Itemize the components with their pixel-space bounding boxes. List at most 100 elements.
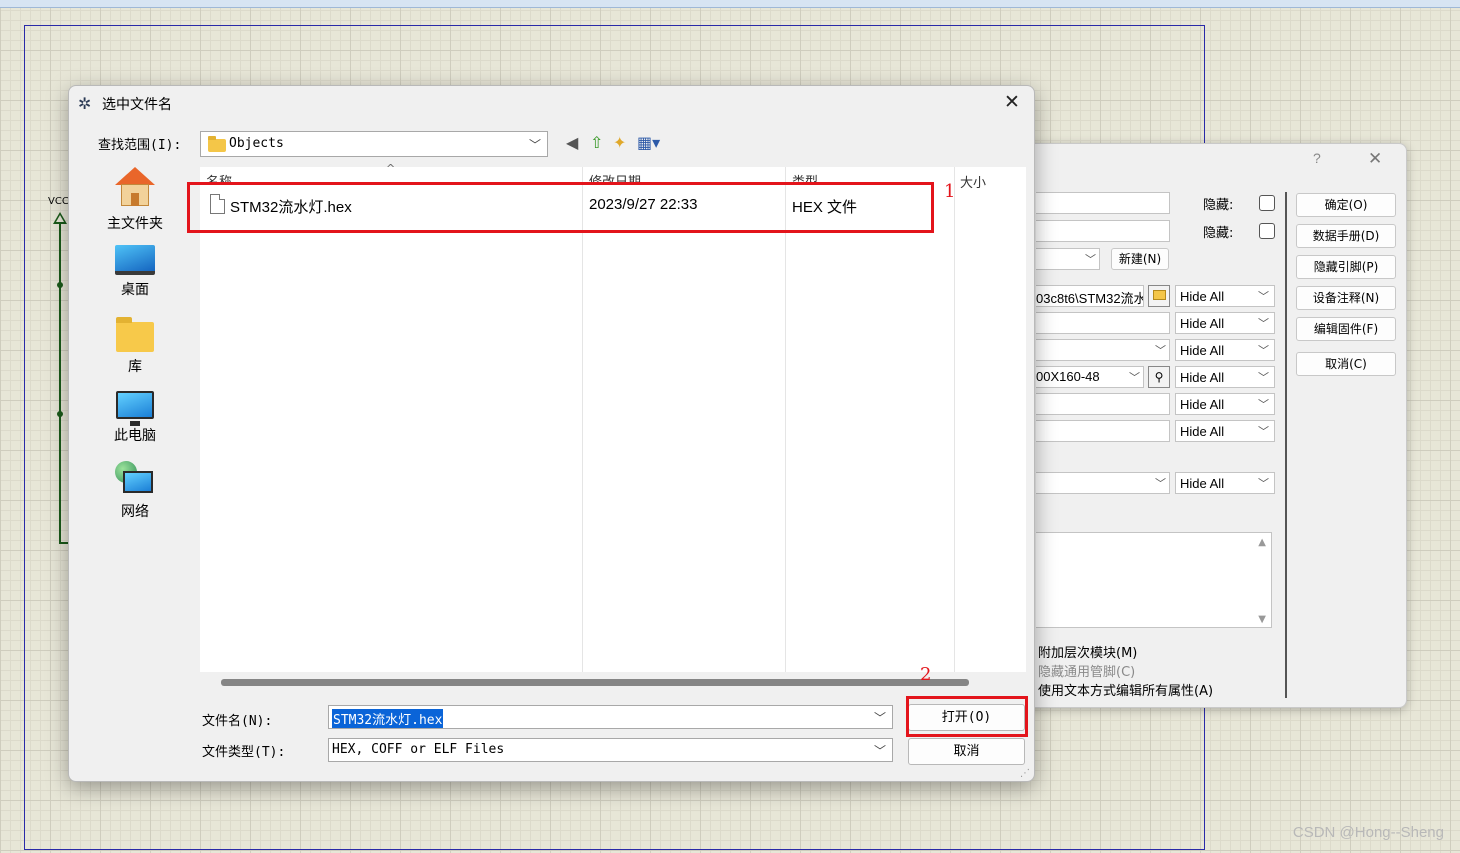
place-desktop[interactable]: 桌面 [75, 245, 195, 299]
hide-all-select-4[interactable]: Hide All ﹀ [1175, 366, 1275, 388]
group-combo[interactable]: ﹀ [1036, 248, 1100, 270]
dialog-title: 选中文件名 [102, 97, 172, 113]
advanced-properties-textarea[interactable]: ▲ ▼ [1036, 532, 1272, 628]
place-libraries[interactable]: 库 [75, 317, 195, 376]
wire-junction [57, 411, 63, 417]
hidden-checkbox-1[interactable] [1259, 195, 1275, 211]
dialog-separator [1285, 192, 1287, 698]
browse-folder-button[interactable] [1148, 285, 1170, 307]
app-top-strip [0, 0, 1460, 8]
column-divider [582, 167, 583, 672]
annotation-number-2: 2 [920, 664, 932, 685]
property-combo-3[interactable]: ﹀ [1036, 339, 1170, 361]
place-label: 主文件夹 [107, 216, 163, 232]
place-label: 此电脑 [114, 428, 156, 444]
package-search-button[interactable]: ⚲ [1148, 366, 1170, 388]
chevron-down-icon: ﹀ [1258, 318, 1269, 330]
place-label: 桌面 [121, 282, 149, 298]
program-file-field[interactable]: 03c8t6\STM32流水 [1036, 285, 1144, 307]
hide-all-select-5[interactable]: Hide All ﹀ [1175, 393, 1275, 415]
chevron-down-icon: ﹀ [1155, 345, 1166, 357]
props-cancel-button[interactable]: 取消(C) [1296, 352, 1396, 376]
hide-all-select-1[interactable]: Hide All ﹀ [1175, 285, 1275, 307]
annotation-number-1: 1 [944, 181, 956, 202]
attach-hierarchy-option[interactable]: 附加层次模块(M) [1038, 642, 1137, 661]
chevron-down-icon: ﹀ [1258, 291, 1269, 303]
hide-common-pins-option: 隐藏通用管脚(C) [1038, 665, 1136, 680]
property-field-5[interactable] [1036, 393, 1170, 415]
binoculars-icon: ⚲ [1154, 370, 1164, 384]
datasheet-button[interactable]: 数据手册(D) [1296, 224, 1396, 248]
watermark: CSDN @Hong--Sheng [1292, 824, 1444, 841]
edit-firmware-button[interactable]: 编辑固件(F) [1296, 317, 1396, 341]
chevron-down-icon: ﹀ [528, 138, 541, 152]
new-button[interactable]: 新建(N) [1111, 248, 1169, 270]
device-notes-button[interactable]: 设备注释(N) [1296, 286, 1396, 310]
hide-all-select-6[interactable]: Hide All ﹀ [1175, 420, 1275, 442]
annotation-box-open [906, 696, 1028, 737]
place-home[interactable]: 主文件夹 [75, 167, 195, 233]
computer-icon [116, 391, 154, 426]
resize-grip-icon[interactable]: ⋰ [1020, 768, 1030, 779]
chevron-down-icon[interactable]: ﹀ [874, 709, 886, 726]
library-folder-icon [116, 317, 154, 352]
folder-icon [1152, 290, 1166, 300]
place-label: 网络 [121, 504, 149, 520]
props-close-button[interactable]: ✕ [1368, 149, 1382, 169]
desktop-icon [115, 245, 155, 275]
column-divider [954, 167, 955, 672]
column-header-size[interactable]: 大小 [960, 172, 986, 191]
view-menu-icon[interactable]: ▦▾ [637, 133, 660, 152]
property-field-6[interactable] [1036, 420, 1170, 442]
cancel-button[interactable]: 取消 [908, 738, 1025, 765]
chevron-down-icon: ﹀ [1129, 372, 1140, 384]
component-value-field[interactable] [1036, 220, 1170, 242]
property-combo-7[interactable]: ﹀ [1036, 472, 1170, 494]
program-file-value: 03c8t6\STM32流水 [1036, 291, 1144, 306]
filetype-label: 文件类型(T): [202, 745, 286, 760]
up-folder-icon[interactable]: ⇧ [590, 133, 603, 152]
hide-pins-button[interactable]: 隐藏引脚(P) [1296, 255, 1396, 279]
ok-button[interactable]: 确定(O) [1296, 193, 1396, 217]
filetype-select[interactable]: HEX, COFF or ELF Files ﹀ [328, 738, 893, 762]
chevron-down-icon: ﹀ [1155, 478, 1166, 490]
chevron-down-icon[interactable]: ﹀ [874, 742, 886, 759]
scrollbar-thumb[interactable] [221, 679, 969, 686]
filetype-value: HEX, COFF or ELF Files [332, 742, 505, 757]
file-list[interactable] [200, 167, 1026, 672]
vcc-power-symbol [53, 212, 67, 224]
wire-junction [57, 282, 63, 288]
back-icon[interactable]: ◀ [566, 133, 578, 152]
chevron-down-icon: ﹀ [1085, 254, 1096, 266]
annotation-box-file [187, 182, 934, 233]
close-icon[interactable]: ✕ [1004, 91, 1020, 113]
sort-ascending-icon: ^ [386, 162, 396, 175]
network-icon [115, 461, 155, 497]
schematic-wire [59, 224, 61, 544]
chevron-down-icon: ﹀ [1258, 478, 1269, 490]
scroll-down-icon[interactable]: ▼ [1258, 614, 1266, 625]
filename-label: 文件名(N): [202, 714, 273, 729]
hide-all-select-2[interactable]: Hide All ﹀ [1175, 312, 1275, 334]
chevron-down-icon: ﹀ [1258, 372, 1269, 384]
help-button[interactable]: ? [1313, 150, 1321, 166]
property-field-2[interactable] [1036, 312, 1170, 334]
folder-icon [208, 136, 226, 152]
hidden-checkbox-2[interactable] [1259, 223, 1275, 239]
hide-all-select-3[interactable]: Hide All ﹀ [1175, 339, 1275, 361]
scroll-up-icon[interactable]: ▲ [1258, 537, 1266, 548]
home-icon [115, 167, 155, 209]
edit-as-text-option[interactable]: 使用文本方式编辑所有属性(A) [1038, 680, 1213, 699]
new-folder-icon[interactable]: ✦ [613, 133, 626, 152]
chevron-down-icon: ﹀ [1258, 345, 1269, 357]
hide-all-select-7[interactable]: Hide All ﹀ [1175, 472, 1275, 494]
package-combo[interactable]: 00X160-48 ﹀ [1036, 366, 1144, 388]
package-value: 00X160-48 [1036, 369, 1100, 384]
filename-input[interactable]: STM32流水灯.hex ﹀ [328, 705, 893, 729]
look-in-value: Objects [229, 136, 284, 151]
place-this-pc[interactable]: 此电脑 [75, 391, 195, 445]
place-network[interactable]: 网络 [75, 461, 195, 521]
look-in-combo[interactable]: Objects ﹀ [200, 131, 548, 157]
component-ref-field[interactable] [1036, 192, 1170, 214]
place-label: 库 [128, 359, 142, 375]
